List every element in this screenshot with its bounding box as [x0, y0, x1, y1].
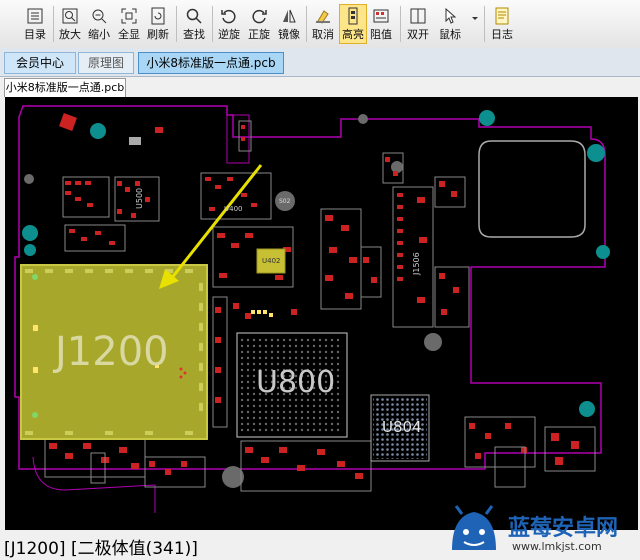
slot-outline: [226, 114, 250, 164]
cancel-icon: [316, 10, 330, 24]
dual-open-icon: [410, 8, 426, 24]
refresh-icon: [151, 7, 165, 25]
watermark: 蓝莓安卓网 www.lmkjst.com: [446, 500, 640, 560]
cancel-button[interactable]: 取消: [310, 5, 336, 43]
mouse-dropdown[interactable]: [466, 5, 480, 43]
highlight-label: 高亮: [342, 28, 364, 41]
chevron-down-icon: [472, 17, 478, 20]
fit-all-button[interactable]: 全显: [116, 5, 142, 43]
tab-schematic[interactable]: 原理图: [78, 52, 134, 74]
mirror-label: 镜像: [278, 28, 300, 41]
zoom-out-label: 缩小: [88, 28, 110, 41]
u800-label: U800: [256, 365, 336, 400]
document-tab-strip: 小米8标准版一点通.pcb: [0, 77, 640, 97]
zoom-out-button[interactable]: 缩小: [86, 5, 112, 43]
s02-label: S02: [279, 198, 291, 205]
mount-hole: [587, 144, 605, 162]
log-label: 日志: [491, 28, 513, 41]
top-tab-row: 会员中心 原理图 小米8标准版一点通.pcb: [0, 48, 640, 77]
mirror-icon: [283, 9, 296, 23]
resistance-button[interactable]: 阻值: [368, 5, 394, 43]
fit-all-icon: [121, 8, 137, 24]
u500-label: U500: [135, 187, 144, 209]
mount-hole: [596, 245, 610, 259]
dual-open-label: 双开: [407, 28, 429, 41]
mount-hole: [24, 244, 36, 256]
mouse-icon: [445, 7, 457, 24]
zoom-in-label: 放大: [59, 28, 81, 41]
log-button[interactable]: 日志: [489, 5, 515, 43]
u400-label: U400: [224, 205, 243, 213]
document-tab[interactable]: 小米8标准版一点通.pcb: [4, 78, 126, 97]
catalog-button[interactable]: 目录: [22, 5, 48, 43]
refresh-label: 刷新: [147, 28, 169, 41]
pcb-canvas[interactable]: J1200 U800 U804 U500 U402 J1506 U400 S02: [5, 97, 638, 530]
u804-label: U804: [382, 418, 422, 436]
j1506-label: J1506: [412, 252, 421, 275]
mount-hole: [22, 225, 38, 241]
component-cluster-left: [59, 113, 163, 252]
status-text: [J1200] [二极体值(341)]: [4, 539, 198, 559]
zoom-in-icon: [62, 8, 78, 24]
mount-hole: [479, 110, 495, 126]
search-button[interactable]: 查找: [181, 5, 207, 43]
mouse-label: 鼠标: [439, 28, 461, 41]
refresh-button[interactable]: 刷新: [145, 5, 171, 43]
rotate-ccw-button[interactable]: 逆旋: [216, 5, 242, 43]
mouse-button[interactable]: 鼠标: [437, 5, 463, 43]
rotate-cw-icon: [252, 9, 267, 24]
watermark-logo-icon: [452, 505, 496, 550]
camera-cutout: [478, 140, 586, 238]
mirror-button[interactable]: 镜像: [276, 5, 302, 43]
toolbar: 目录 放大 缩小 全显 刷新 查找 逆旋 正旋 镜像 取消 高亮 阻值 双开 鼠…: [0, 0, 640, 49]
tab-member-center[interactable]: 会员中心: [4, 52, 76, 74]
highlight-icon: [348, 7, 358, 25]
catalog-icon: [27, 8, 43, 24]
resistance-label: 阻值: [370, 28, 392, 41]
rotate-cw-button[interactable]: 正旋: [246, 5, 272, 43]
watermark-url: www.lmkjst.com: [512, 540, 602, 553]
tab-pcb-file[interactable]: 小米8标准版一点通.pcb: [138, 52, 284, 74]
pointer-arrow: [169, 164, 263, 280]
highlight-button[interactable]: 高亮: [339, 4, 367, 44]
rotate-cw-label: 正旋: [248, 28, 270, 41]
log-icon: [495, 7, 509, 25]
zoom-in-button[interactable]: 放大: [57, 5, 83, 43]
watermark-name: 蓝莓安卓网: [508, 516, 619, 541]
fit-all-label: 全显: [118, 28, 140, 41]
pcb-board-drawing: [14, 105, 610, 513]
mount-hole: [90, 123, 106, 139]
zoom-out-icon: [92, 9, 107, 24]
cancel-label: 取消: [312, 28, 334, 41]
component-cluster-center: [200, 120, 404, 319]
search-label: 查找: [183, 28, 205, 41]
u402-label: U402: [262, 257, 281, 265]
dual-open-button[interactable]: 双开: [405, 5, 431, 43]
search-icon: [186, 8, 202, 24]
j1200-label: J1200: [55, 329, 169, 375]
mount-hole: [579, 401, 595, 417]
highlighted-pads: [251, 310, 273, 317]
rotate-ccw-icon: [221, 9, 236, 24]
resistance-icon: [373, 9, 389, 23]
catalog-label: 目录: [24, 28, 46, 41]
rotate-ccw-label: 逆旋: [218, 28, 240, 41]
